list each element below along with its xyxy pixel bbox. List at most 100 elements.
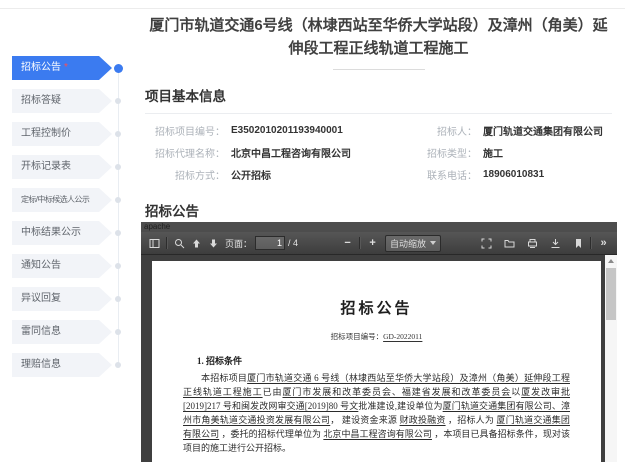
info-field-label: 招标类型： <box>427 148 477 160</box>
doc-section1-heading: 1. 招标条件 <box>197 356 243 366</box>
sidebar-item-label: 雷同信息 <box>21 326 61 337</box>
plus-icon: + <box>369 236 376 249</box>
sidebar-row: 通知公告 <box>12 254 132 278</box>
previous-page-button[interactable] <box>188 235 205 252</box>
sidebar-item-label: 开标记录表 <box>21 161 71 172</box>
sidebar-item[interactable]: 招标答疑 <box>12 89 112 113</box>
info-field-value: E3502010201193940001 <box>231 124 343 136</box>
sidebar-item[interactable]: 异议回复 <box>12 287 112 311</box>
scrollbar-thumb[interactable] <box>606 268 616 320</box>
timeline-dot <box>115 98 121 104</box>
sidebar-item-label: 工程控制价 <box>21 128 71 139</box>
sidebar-item-label: 通知公告 <box>21 260 61 271</box>
sidebar-row: 工程控制价 <box>12 122 132 146</box>
doc-text-segment: ，招标人为 <box>445 415 497 425</box>
pdf-toolbar: 页面： / 4 − + 自动缩放 <box>141 232 617 255</box>
next-page-button[interactable] <box>205 235 222 252</box>
sidebar-item[interactable]: 开标记录表 <box>12 155 112 179</box>
info-field: 招标方式： 公开招标 <box>145 163 397 185</box>
sidebar-item[interactable]: 定标/中标候选人公示 <box>12 188 112 212</box>
minus-icon: − <box>344 236 351 249</box>
timeline-dot <box>115 164 121 170</box>
main-content: 厦门市轨道交通6号线（林埭西站至华侨大学站段）及漳州（角美）延伸段工程正线轨道工… <box>145 14 612 252</box>
timeline-dot <box>115 296 121 302</box>
more-tools-button[interactable]: » <box>595 235 612 252</box>
info-field: 联系电话： 18906010831 <box>397 163 612 185</box>
page-number-input[interactable] <box>255 236 286 250</box>
toolbar-separator <box>359 237 362 249</box>
doc-text-segment: 本招标项目 <box>201 373 248 383</box>
timeline-dot <box>115 362 121 368</box>
basic-info-heading: 项目基本信息 <box>145 89 226 104</box>
doc-text-segment: ，委托的招标代理单位为 <box>219 429 324 439</box>
doc-number-value: GD-2022011 <box>383 332 423 341</box>
doc-text-segment: 北京中昌工程咨询有限公司 <box>323 429 432 439</box>
sidebar-item-label: 异议回复 <box>21 293 61 304</box>
doc-text-segment: 批准建设,建设单位为 <box>358 401 443 411</box>
doc-paragraph: 本招标项目厦门市轨道交通 6 号线（林埭西站至华侨大学站段）及漳州（角美）延伸段… <box>183 371 570 455</box>
sidebar-item[interactable]: 招标公告 * <box>12 56 112 80</box>
info-field-label: 联系电话： <box>427 170 477 182</box>
sidebar-item[interactable]: 通知公告 <box>12 254 112 278</box>
top-divider <box>0 8 625 9</box>
doc-text-segment: 以 <box>511 387 522 397</box>
zoom-in-button[interactable]: + <box>364 235 381 252</box>
toolbar-separator <box>590 237 592 249</box>
chevron-down-icon <box>430 241 437 245</box>
sidebar-row: 异议回复 <box>12 287 132 311</box>
timeline-dot <box>115 230 121 236</box>
sidebar-item-label: 中标结果公示 <box>21 227 81 238</box>
pdf-page: 招标公告 招标项目编号：GD-2022011 1. 招标条件 本招标项目厦门市轨… <box>152 261 601 462</box>
info-field-value: 北京中昌工程咨询有限公司 <box>231 148 351 160</box>
timeline-dot <box>115 197 121 203</box>
sidebar-item[interactable]: 理赔信息 <box>12 353 112 377</box>
toolbar-separator <box>166 237 168 249</box>
doc-text-segment: 财政投融资 <box>399 415 446 425</box>
download-button[interactable] <box>547 235 564 252</box>
info-field-label: 招标人： <box>437 126 477 138</box>
info-field-value: 18906010831 <box>483 168 545 180</box>
info-field: 招标代理名称： 北京中昌工程咨询有限公司 <box>145 141 397 163</box>
info-field: 招标人： 厦门轨道交通集团有限公司 <box>397 119 612 141</box>
zoom-mode-select[interactable]: 自动缩放 <box>385 234 442 252</box>
chevron-double-right-icon: » <box>600 236 607 249</box>
zoom-mode-value: 自动缩放 <box>390 238 427 249</box>
sidebar-item-label: 理赔信息 <box>21 359 61 370</box>
announcement-heading: 招标公告 <box>145 204 199 219</box>
presentation-mode-button[interactable] <box>478 235 495 252</box>
pdf-scrollbar[interactable] <box>605 255 617 462</box>
search-button[interactable] <box>171 235 188 252</box>
info-field-label: 招标方式： <box>175 170 225 182</box>
info-field-value: 厦门轨道交通集团有限公司 <box>483 126 603 138</box>
page-title: 厦门市轨道交通6号线（林埭西站至华侨大学站段）及漳州（角美）延伸段工程正线轨道工… <box>149 17 608 57</box>
zoom-out-button[interactable]: − <box>339 235 356 252</box>
sidebar-row: 招标公告 * <box>12 56 132 80</box>
page-count: / 4 <box>288 238 299 248</box>
timeline-dot <box>114 63 123 73</box>
pdf-embed-title: apache <box>141 222 617 232</box>
open-file-button[interactable] <box>501 235 518 252</box>
sidebar-item[interactable]: 雷同信息 <box>12 320 112 344</box>
sidebar-item[interactable]: 中标结果公示 <box>12 221 112 245</box>
sidebar-item[interactable]: 工程控制价 <box>12 122 112 146</box>
print-button[interactable] <box>524 235 541 252</box>
sidebar-toggle-button[interactable] <box>146 235 163 252</box>
doc-text-segment: 已由 <box>262 387 283 397</box>
sidebar-item-label: 招标答疑 <box>21 95 61 106</box>
scrollbar-up-button[interactable] <box>605 255 617 267</box>
basic-info-divider <box>145 113 612 114</box>
info-field: 招标类型： 施工 <box>397 141 612 163</box>
pdf-viewer: apache 页面： / 4 − + 自动缩放 <box>141 222 617 462</box>
bookmark-button[interactable] <box>570 235 587 252</box>
sidebar-row: 招标答疑 <box>12 89 132 113</box>
sidebar-nav: 招标公告 * 招标答疑工程控制价开标记录表定标/中标候选人公示 中标结果公示 通知公告异… <box>12 56 132 386</box>
title-underline <box>332 69 425 70</box>
sidebar-item-label: 定标/中标候选人公示 <box>21 195 90 204</box>
sidebar-item-label: 招标公告 <box>21 62 61 73</box>
pdf-document-area: 招标公告 招标项目编号：GD-2022011 1. 招标条件 本招标项目厦门市轨… <box>141 255 617 462</box>
sidebar-row: 定标/中标候选人公示 <box>12 188 132 212</box>
timeline-dot <box>115 329 121 335</box>
doc-text-segment: ， 建设资金来源 <box>330 415 400 425</box>
sidebar-row: 雷同信息 <box>12 320 132 344</box>
basic-info-grid: 招标项目编号： E3502010201193940001 招标人： 厦门轨道交通集团有… <box>145 119 612 185</box>
